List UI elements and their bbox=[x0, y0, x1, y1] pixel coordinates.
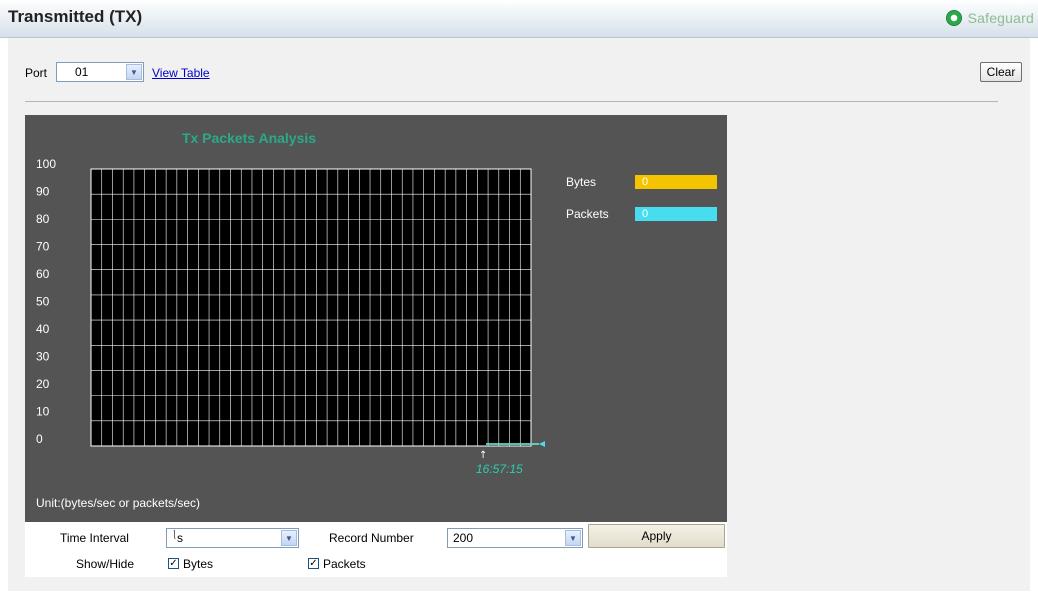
y-tick-label: 30 bbox=[36, 350, 50, 364]
y-tick-label: 100 bbox=[36, 157, 56, 171]
y-tick-label: 10 bbox=[36, 405, 50, 419]
y-tick-label: 50 bbox=[36, 295, 50, 309]
view-table-link[interactable]: View Table bbox=[152, 66, 210, 80]
y-tick-label: 80 bbox=[36, 212, 50, 226]
time-interval-value: s bbox=[177, 531, 183, 545]
legend-bytes-label: Bytes bbox=[566, 175, 597, 189]
record-number-select[interactable]: 200 ▼ bbox=[447, 528, 583, 548]
chevron-down-icon[interactable]: ▼ bbox=[281, 530, 297, 546]
chevron-down-icon[interactable]: ▼ bbox=[565, 530, 581, 546]
y-tick-label: 40 bbox=[36, 322, 50, 336]
x-tick-label: 16:57:15 bbox=[476, 462, 523, 476]
title-bar: Transmitted (TX) Safeguard bbox=[0, 0, 1038, 38]
divider bbox=[25, 101, 998, 102]
safeguard-label: Safeguard bbox=[967, 10, 1034, 26]
unit-note: Unit:(bytes/sec or packets/sec) bbox=[36, 496, 201, 510]
safeguard-status-icon bbox=[945, 10, 962, 26]
y-tick-label: 90 bbox=[36, 185, 50, 199]
show-hide-label: Show/Hide bbox=[76, 557, 135, 571]
packets-checkbox[interactable]: ✓ bbox=[308, 558, 319, 569]
clear-button[interactable]: Clear bbox=[980, 62, 1022, 82]
port-select[interactable]: 01 ▼ bbox=[56, 62, 144, 82]
time-interval-label: Time Interval bbox=[60, 531, 129, 545]
legend-packets-value: 0 bbox=[635, 207, 717, 221]
legend-packets-label: Packets bbox=[566, 207, 609, 221]
record-number-value: 200 bbox=[453, 531, 474, 545]
port-select-value: 01 bbox=[75, 65, 89, 79]
y-tick-label: 60 bbox=[36, 267, 50, 281]
y-tick-labels: 1009080706050403020100 bbox=[36, 157, 56, 446]
packets-checkbox-label: Packets bbox=[323, 557, 366, 571]
tx-packets-chart: 1009080706050403020100 ↑16:57:15 Tx Pack… bbox=[36, 130, 545, 476]
bytes-checkbox[interactable]: ✓ bbox=[168, 558, 179, 569]
legend-bytes-value: 0 bbox=[635, 175, 717, 189]
port-label: Port bbox=[25, 66, 48, 80]
record-number-label: Record Number bbox=[329, 531, 414, 545]
apply-button[interactable]: Apply bbox=[588, 524, 725, 548]
chart-area: 100 90 80 70 60 50 40 30 20 10 0 ↑ 16:57:15 Tx Pack… bbox=[25, 115, 727, 522]
chart-title: Tx Packets Analysis bbox=[182, 130, 316, 146]
safeguard-status: Safeguard bbox=[945, 9, 1034, 27]
chevron-down-icon[interactable]: ▼ bbox=[126, 64, 142, 80]
x-tick-labels: ↑16:57:15 bbox=[476, 450, 523, 476]
x-marker-arrow-icon: ↑ bbox=[479, 450, 487, 461]
y-tick-label: 20 bbox=[36, 377, 50, 391]
time-interval-select[interactable]: ⎱ s ▼ bbox=[166, 528, 299, 548]
y-tick-label: 0 bbox=[36, 432, 43, 446]
y-tick-label: 70 bbox=[36, 240, 50, 254]
bytes-checkbox-label: Bytes bbox=[183, 557, 214, 571]
latest-point-marker bbox=[539, 441, 545, 447]
page-title: Transmitted (TX) bbox=[8, 7, 143, 26]
plot-area bbox=[90, 168, 532, 447]
